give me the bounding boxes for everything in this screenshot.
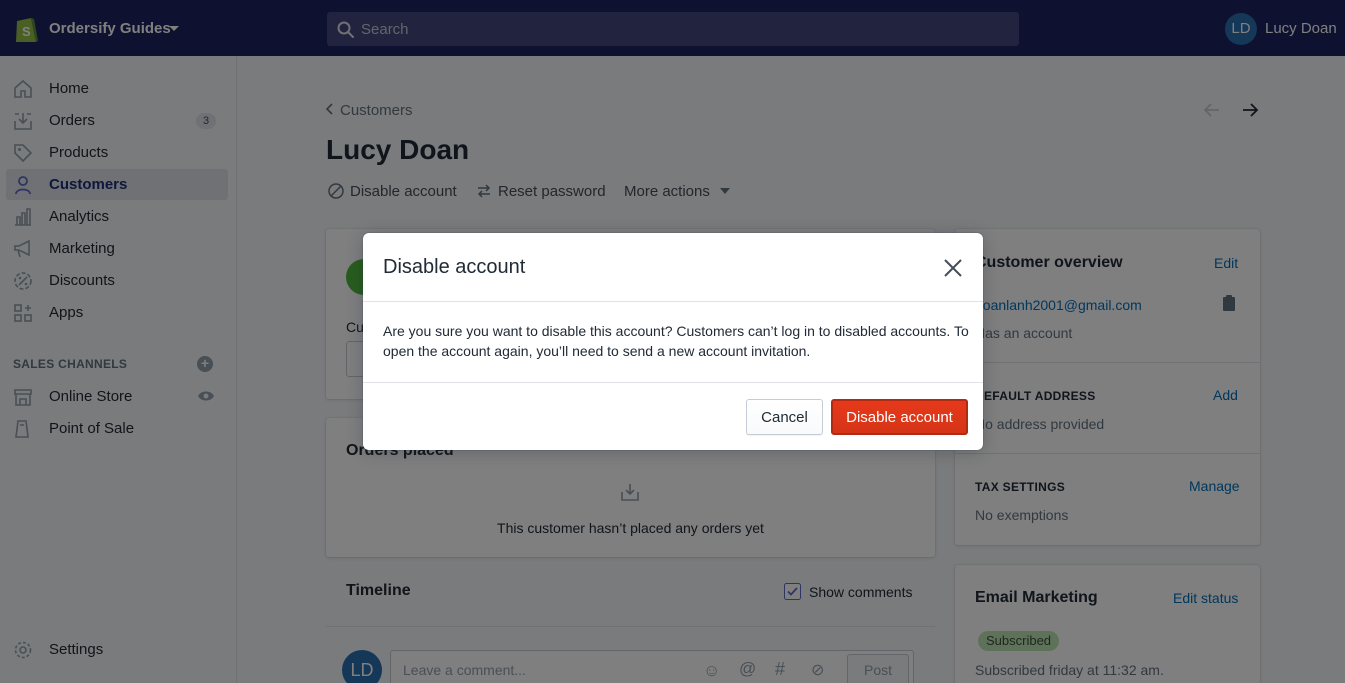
cancel-button[interactable]: Cancel [746,399,823,435]
close-icon[interactable] [943,258,963,278]
modal-body-text: Are you sure you want to disable this ac… [383,323,969,359]
modal-title: Disable account [383,256,526,278]
modal-footer-divider [363,382,983,383]
modal-header-divider [363,301,983,302]
disable-account-modal: Disable account Are you sure you want to… [363,233,983,450]
disable-account-button[interactable]: Disable account [831,399,968,435]
